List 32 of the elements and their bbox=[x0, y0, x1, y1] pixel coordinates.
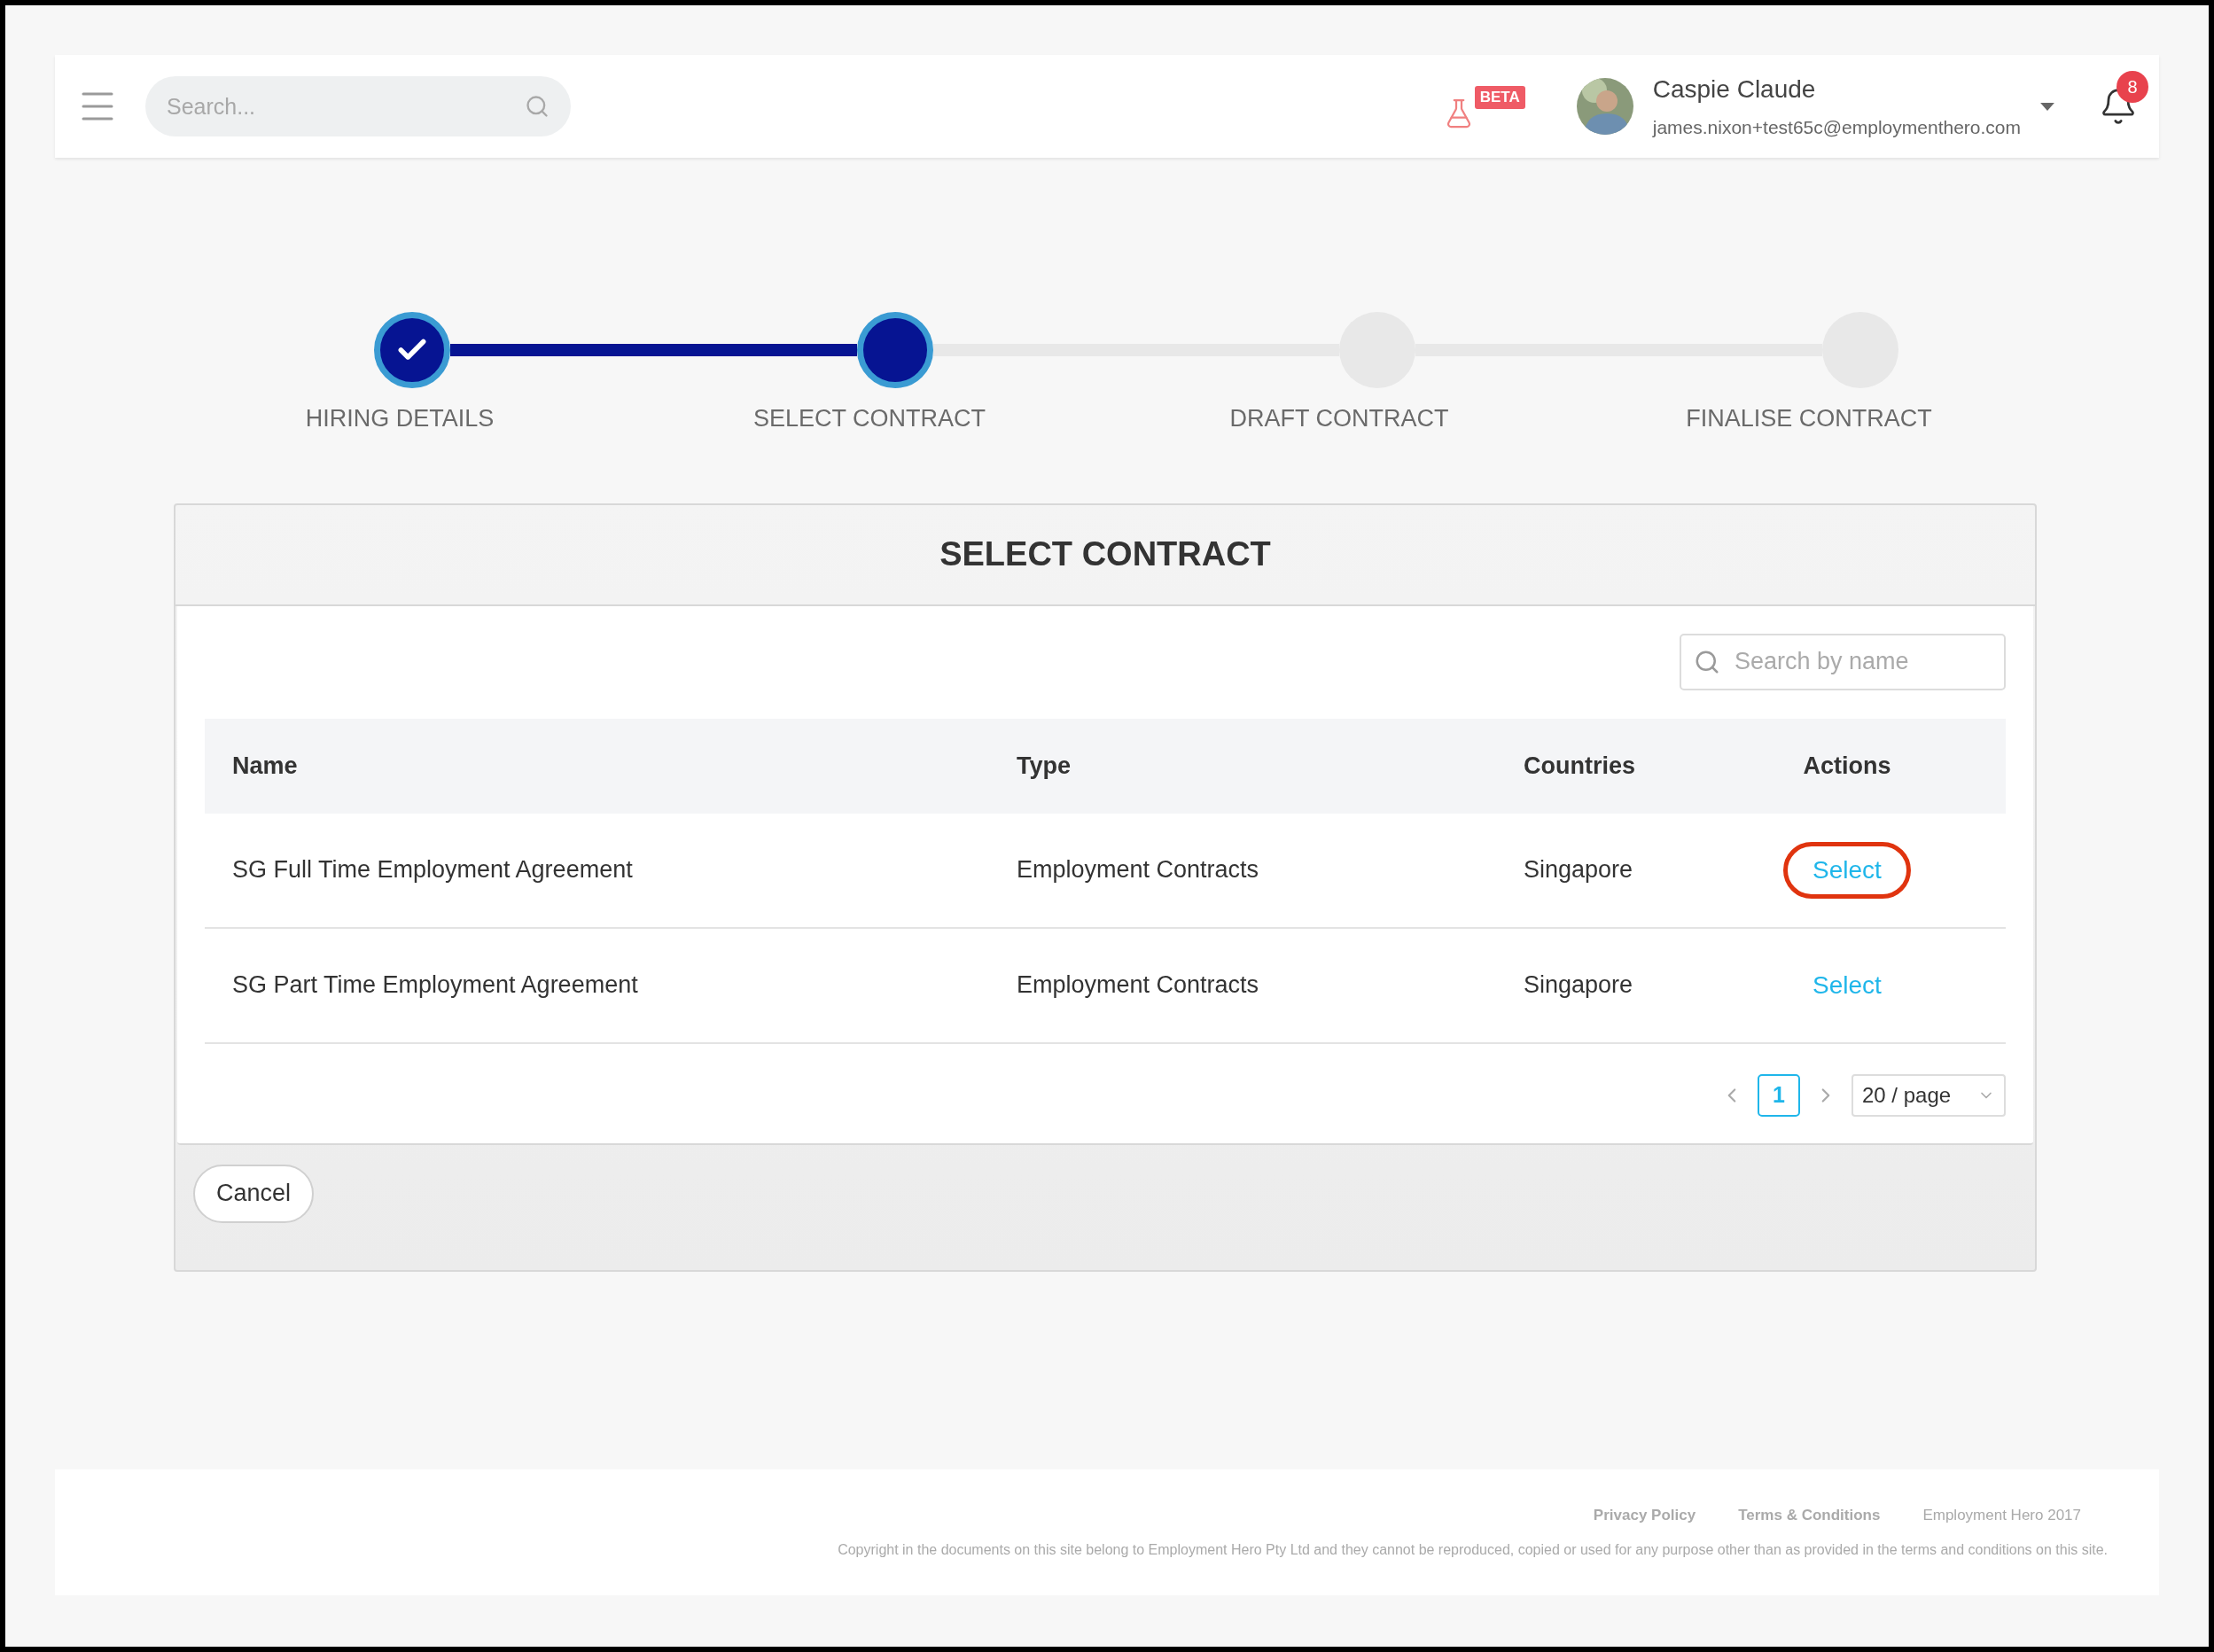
table-cell-text: Singapore bbox=[1524, 855, 1633, 885]
select-link[interactable]: Select bbox=[1783, 956, 1911, 1014]
step-label: SELECT CONTRACT bbox=[752, 404, 986, 433]
cancel-button[interactable]: Cancel bbox=[193, 1164, 315, 1223]
step-label: DRAFT CONTRACT bbox=[1229, 404, 1449, 433]
search-field[interactable]: Search... bbox=[145, 76, 571, 136]
copyright-year: Employment Hero 2017 bbox=[1922, 1506, 2081, 1526]
notification-count: 8 bbox=[2117, 71, 2148, 103]
beta-badge: BETA bbox=[1474, 86, 1525, 109]
table-cell-text: Singapore bbox=[1524, 970, 1633, 1001]
column-header: Actions bbox=[1803, 751, 1891, 781]
table-cell-text: Employment Contracts bbox=[1017, 970, 1259, 1001]
footer-link[interactable]: Privacy Policy bbox=[1593, 1504, 1696, 1527]
column-header: Type bbox=[1017, 751, 1071, 781]
card-title: SELECT CONTRACT bbox=[939, 534, 1271, 574]
table-cell-text: Employment Contracts bbox=[1017, 855, 1259, 885]
caret-icon[interactable] bbox=[2040, 102, 2054, 111]
user-email: james.nixon+test65c@employmenthero.com bbox=[1652, 116, 2021, 140]
column-header: Name bbox=[232, 751, 298, 781]
step-label: HIRING DETAILS bbox=[305, 404, 495, 433]
step-label: FINALISE CONTRACT bbox=[1686, 404, 1932, 433]
select-link[interactable]: Select bbox=[1783, 841, 1911, 899]
user-name: Caspie Claude bbox=[1652, 74, 1817, 105]
page-size-select[interactable]: 20 / page bbox=[1851, 1073, 2006, 1117]
table-cell-text: SG Full Time Employment Agreement bbox=[232, 855, 633, 885]
column-header: Countries bbox=[1524, 751, 1635, 781]
search-field[interactable]: Search by name bbox=[1680, 633, 2006, 690]
copyright-text: Copyright in the documents on this site belong to Employment Hero Pty Ltd and they cannot be reproduced, copied or used for any purpose other than as provided in the terms and conditions on this site. bbox=[838, 1540, 2108, 1559]
table-cell-text: SG Part Time Employment Agreement bbox=[232, 970, 638, 1001]
search-icon bbox=[525, 94, 550, 119]
footer-link[interactable]: Terms & Conditions bbox=[1738, 1504, 1881, 1527]
page-button[interactable]: 1 bbox=[1758, 1073, 1800, 1117]
